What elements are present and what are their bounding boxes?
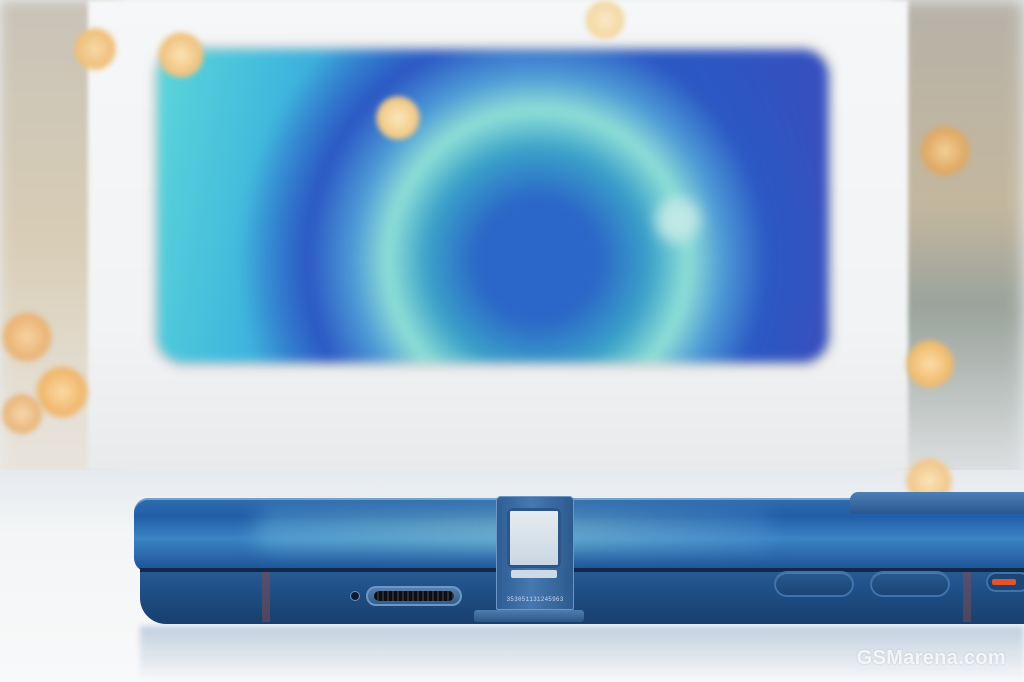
bokeh-light: [374, 94, 422, 142]
bokeh-light: [0, 392, 44, 436]
volume-up-button: [776, 573, 852, 595]
microphone-hole: [351, 592, 359, 600]
retail-box-wallpaper-print: [158, 50, 828, 362]
bokeh-light: [918, 124, 972, 178]
sim-tray-serial: 353051131245963: [506, 596, 564, 603]
ring-silent-switch: [988, 574, 1024, 590]
volume-down-button: [872, 573, 948, 595]
sim-tray-notch: [511, 570, 557, 578]
sim-tray-window: [507, 508, 561, 568]
bokeh-light: [0, 310, 54, 364]
camera-bump: [850, 492, 1024, 514]
antenna-band: [963, 572, 971, 622]
product-photo: 353051131245963 GSMarena.com: [0, 0, 1024, 682]
antenna-band: [262, 572, 270, 622]
bokeh-light: [904, 338, 956, 390]
sim-tray-base: [474, 610, 584, 622]
bokeh-light: [582, 0, 628, 40]
bokeh-light: [72, 26, 118, 72]
sim-slot: [366, 586, 462, 606]
sim-tray: 353051131245963: [496, 496, 574, 610]
watermark: GSMarena.com: [856, 647, 1006, 669]
bokeh-light: [156, 30, 206, 80]
